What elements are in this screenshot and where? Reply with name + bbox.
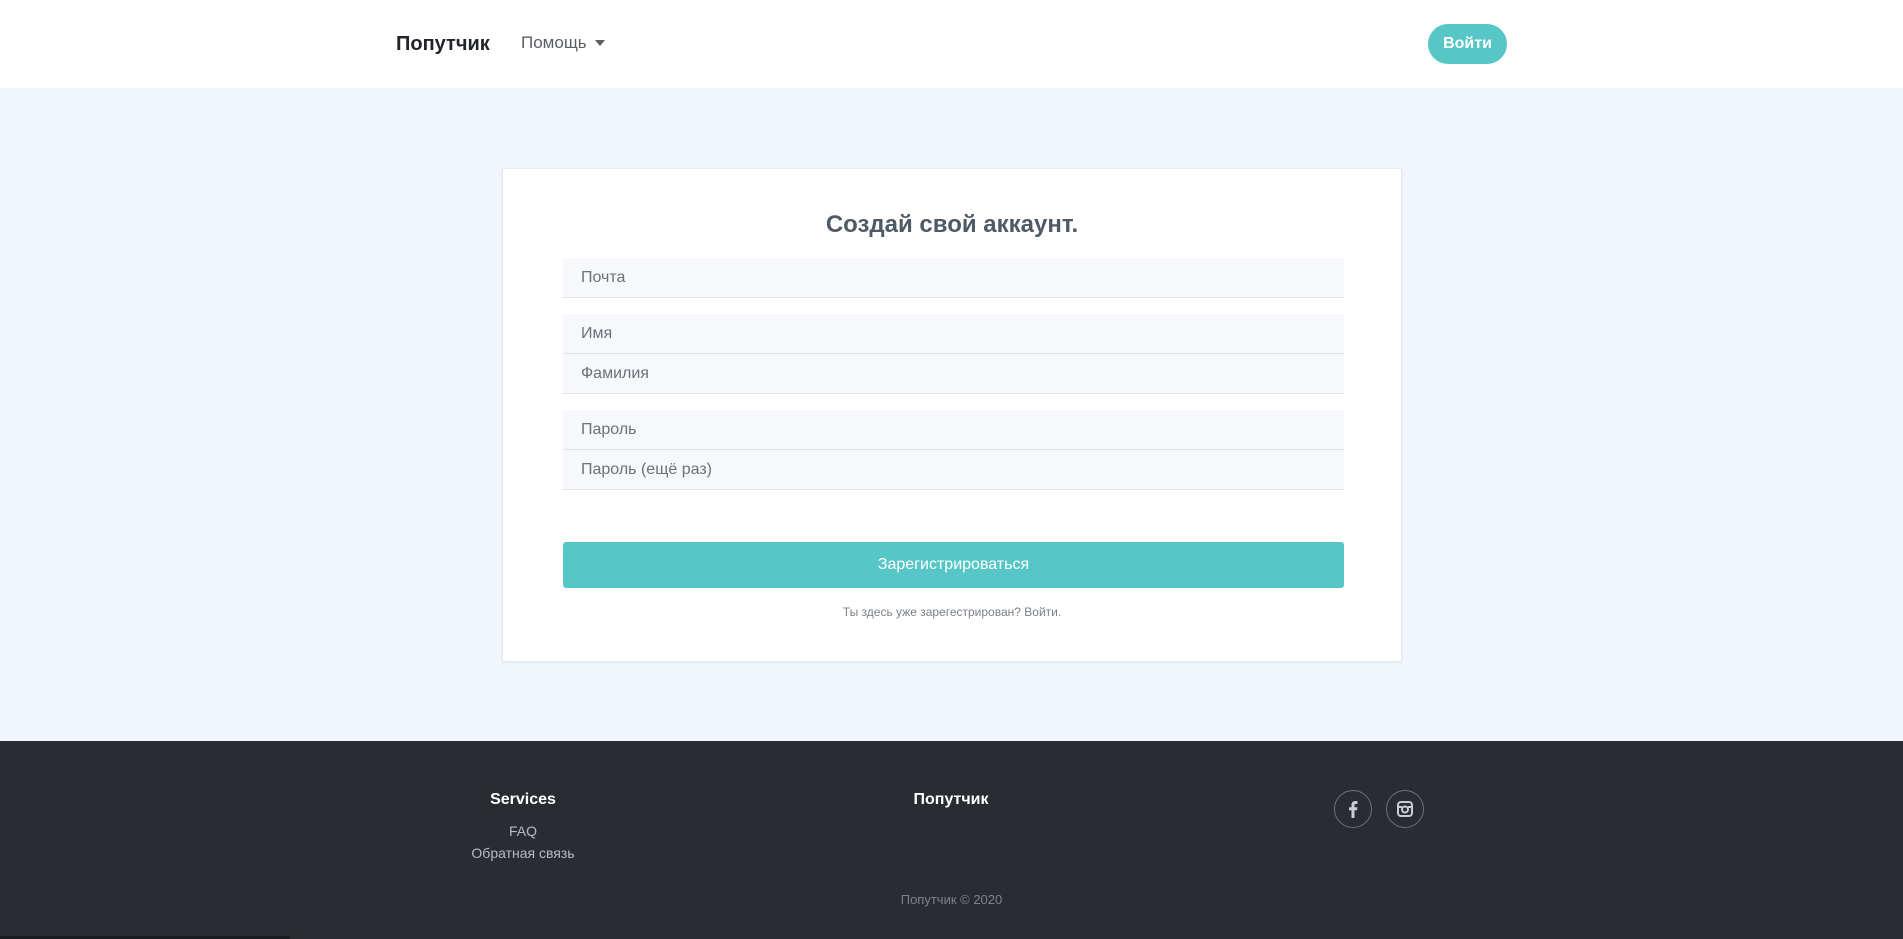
footer: Services FAQ Обратная связь Попутчик Поп…: [0, 741, 1903, 939]
help-dropdown[interactable]: Помощь: [521, 32, 605, 54]
email-field[interactable]: [581, 258, 1344, 297]
footer-brand-title: Попутчик: [913, 791, 989, 808]
login-button[interactable]: Войти: [1428, 24, 1507, 64]
signup-title: Создай свой аккаунт.: [825, 211, 1079, 238]
register-button[interactable]: Зарегистрироваться: [563, 542, 1344, 588]
footer-link-feedback[interactable]: Обратная связь: [443, 845, 603, 861]
name-group: [563, 314, 1344, 394]
footer-link-faq[interactable]: FAQ: [463, 823, 583, 839]
first-name-field-wrap: [563, 314, 1344, 354]
password-repeat-field[interactable]: [581, 450, 1344, 489]
instagram-icon: [1397, 801, 1413, 817]
help-dropdown-label: Помощь: [521, 33, 587, 52]
already-registered-text: Ты здесь уже зарегестрирован?: [842, 605, 1021, 619]
first-name-field[interactable]: [581, 314, 1344, 353]
already-registered-note: Ты здесь уже зарегестрирован? Войти.: [503, 605, 1401, 619]
password-field[interactable]: [581, 410, 1344, 449]
caret-down-icon: [594, 40, 605, 46]
password-group: [563, 410, 1344, 490]
email-field-wrap: [563, 258, 1344, 298]
password-field-wrap: [563, 410, 1344, 450]
top-navbar: Попутчик Помощь Войти: [0, 0, 1903, 88]
instagram-button[interactable]: [1386, 790, 1424, 828]
facebook-button[interactable]: [1334, 790, 1372, 828]
footer-services-title: Services: [490, 791, 556, 808]
login-link[interactable]: Войти.: [1024, 605, 1061, 619]
brand-logo[interactable]: Попутчик: [396, 30, 490, 58]
email-group: [563, 258, 1344, 298]
copyright-text: Попутчик © 2020: [900, 892, 1003, 907]
last-name-field[interactable]: [581, 354, 1344, 393]
password-repeat-field-wrap: [563, 450, 1344, 490]
signup-card: Создай свой аккаунт. Зарегистрироваться …: [502, 168, 1402, 662]
facebook-icon: [1349, 800, 1358, 818]
last-name-field-wrap: [563, 354, 1344, 394]
